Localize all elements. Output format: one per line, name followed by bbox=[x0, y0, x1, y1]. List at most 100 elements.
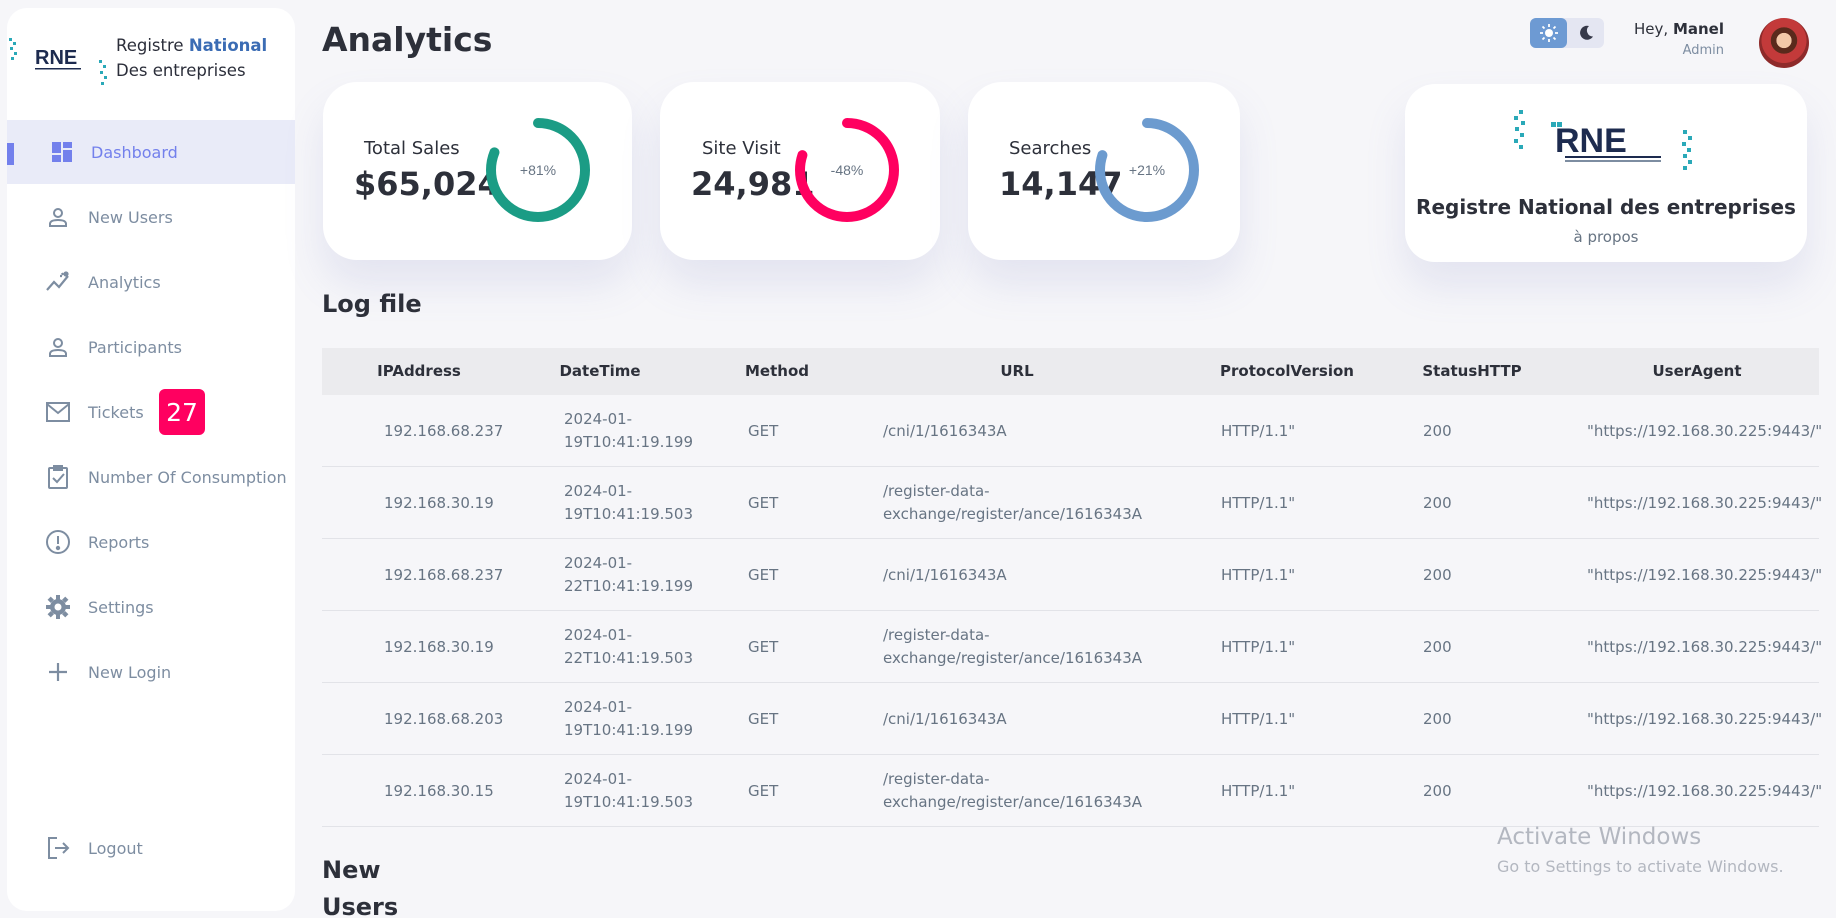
column-header[interactable]: URL bbox=[982, 348, 1052, 395]
column-header[interactable]: Method bbox=[742, 348, 812, 395]
status-cell: 200 bbox=[1423, 781, 1452, 800]
url-cell: /register-data- exchange/register/ance/1… bbox=[883, 482, 1143, 523]
status-cell: 200 bbox=[1423, 493, 1452, 512]
progress-percent: -48% bbox=[831, 162, 864, 178]
about-link[interactable]: à propos bbox=[1405, 228, 1807, 246]
datetime-cell: 2024-01- 19T10:41:19.503 bbox=[564, 482, 694, 523]
about-card[interactable]: RNE Registre National des entreprises à … bbox=[1405, 84, 1807, 262]
sidebar-item-label: Settings bbox=[88, 597, 154, 617]
sidebar-item-label: Participants bbox=[88, 337, 182, 357]
stat-label: Total Sales bbox=[364, 138, 460, 159]
table-header: IPAddress DateTime Method URL ProtocolVe… bbox=[322, 348, 1819, 395]
status-cell: 200 bbox=[1423, 421, 1452, 440]
sidebar-item-dashboard[interactable]: Dashboard bbox=[7, 120, 295, 184]
stat-card-site-visit[interactable]: Site Visit 24,981 -48% bbox=[660, 82, 940, 260]
stat-card-searches[interactable]: Searches 14,147 +21% bbox=[968, 82, 1240, 260]
sidebar-item-tickets[interactable]: Tickets 27 bbox=[7, 380, 295, 444]
rne-logo: RNE bbox=[9, 38, 107, 85]
status-cell: 200 bbox=[1423, 637, 1452, 656]
logout-label: Logout bbox=[88, 838, 143, 858]
datetime-cell: 2024-01- 19T10:41:19.199 bbox=[564, 410, 694, 451]
activate-windows-title: Activate Windows bbox=[1497, 824, 1702, 850]
person-icon bbox=[43, 202, 73, 232]
sidebar-item-number-of-consumption[interactable]: Number Of Consumption bbox=[7, 445, 295, 509]
sidebar-item-reports[interactable]: Reports bbox=[7, 510, 295, 574]
user-agent-cell: "https://192.168.30.225:9443/" bbox=[1587, 493, 1823, 512]
url-cell: /register-data- exchange/register/ance/1… bbox=[883, 770, 1143, 811]
sidebar-item-label: New Login bbox=[88, 662, 172, 682]
column-header[interactable]: IPAddress bbox=[359, 348, 479, 395]
progress-ring: +21% bbox=[1095, 118, 1199, 222]
url-cell: /register-data- exchange/register/ance/1… bbox=[883, 626, 1143, 667]
ip-cell: 192.168.68.203 bbox=[384, 709, 504, 728]
brand[interactable]: RNE Registre National Des entreprises bbox=[7, 8, 295, 113]
table-row[interactable]: 192.168.30.15 2024-01- 19T10:41:19.503 GET… bbox=[322, 755, 1823, 827]
table-row[interactable]: 192.168.68.203 2024-01- 19T10:41:19.199 GE… bbox=[322, 683, 1823, 755]
url-cell: /cni/1/1616343A bbox=[883, 709, 1007, 728]
table-body: 192.168.68.237 2024-01- 19T10:41:19.199 GE… bbox=[322, 395, 1823, 827]
column-header[interactable]: UserAgent bbox=[1642, 348, 1752, 395]
user-role: Admin bbox=[1682, 43, 1724, 58]
method-cell: GET bbox=[748, 421, 779, 440]
sidebar-item-label: Reports bbox=[88, 532, 150, 552]
url-cell: /cni/1/1616343A bbox=[883, 421, 1007, 440]
active-indicator bbox=[7, 143, 14, 165]
logout-button[interactable]: Logout bbox=[7, 816, 295, 880]
avatar[interactable] bbox=[1759, 18, 1809, 68]
log-table: IPAddress DateTime Method URL ProtocolVe… bbox=[322, 348, 1823, 827]
sidebar-item-label: Number Of Consumption bbox=[88, 467, 287, 487]
column-header[interactable]: StatusHTTP bbox=[1417, 348, 1527, 395]
table-row[interactable]: 192.168.30.19 2024-01- 22T10:41:19.503 GET… bbox=[322, 611, 1823, 683]
stat-card-total-sales[interactable]: Total Sales $65,024 +81% bbox=[323, 82, 632, 260]
log-file-title: Log file bbox=[322, 290, 422, 318]
progress-percent: +81% bbox=[520, 162, 556, 178]
table-row[interactable]: 192.168.68.237 2024-01- 19T10:41:19.199 GE… bbox=[322, 395, 1822, 467]
report-icon bbox=[43, 527, 73, 557]
column-header[interactable]: ProtocolVersion bbox=[1212, 348, 1362, 395]
method-cell: GET bbox=[748, 637, 779, 656]
ip-cell: 192.168.30.19 bbox=[384, 493, 494, 512]
theme-toggle[interactable] bbox=[1530, 18, 1604, 48]
status-cell: 200 bbox=[1423, 709, 1452, 728]
page-title: Analytics bbox=[322, 20, 493, 59]
sidebar-item-label: Dashboard bbox=[91, 142, 178, 162]
user-agent-cell: "https://192.168.30.225:9443/" bbox=[1587, 709, 1823, 728]
stat-value: $65,024 bbox=[354, 165, 500, 203]
sidebar-item-analytics[interactable]: Analytics bbox=[7, 250, 295, 314]
protocol-cell: HTTP/1.1" bbox=[1221, 781, 1296, 800]
protocol-cell: HTTP/1.1" bbox=[1221, 709, 1296, 728]
datetime-cell: 2024-01- 19T10:41:19.503 bbox=[564, 770, 694, 811]
sidebar-item-participants[interactable]: Participants bbox=[7, 315, 295, 379]
new-users-title: New Users bbox=[322, 856, 399, 918]
rne-logo: RNE bbox=[1514, 110, 1692, 170]
protocol-cell: HTTP/1.1" bbox=[1221, 493, 1296, 512]
mail-icon bbox=[43, 397, 73, 427]
light-mode-icon[interactable] bbox=[1530, 18, 1567, 48]
sidebar-item-settings[interactable]: Settings bbox=[7, 575, 295, 639]
progress-percent: +21% bbox=[1129, 162, 1165, 178]
sidebar-item-new-users[interactable]: New Users bbox=[7, 185, 295, 249]
sidebar: RNE Registre National Des entreprises Da… bbox=[7, 8, 295, 911]
ip-cell: 192.168.68.237 bbox=[384, 565, 504, 584]
user-agent-cell: "https://192.168.30.225:9443/" bbox=[1587, 565, 1823, 584]
plus-icon bbox=[43, 657, 73, 687]
ip-cell: 192.168.30.19 bbox=[384, 637, 494, 656]
datetime-cell: 2024-01- 22T10:41:19.503 bbox=[564, 626, 694, 667]
dashboard-icon bbox=[47, 137, 77, 167]
table-row[interactable]: 192.168.68.237 2024-01- 22T10:41:19.199 GE… bbox=[322, 539, 1823, 611]
brand-name: Registre National Des entreprises bbox=[116, 36, 268, 80]
clipboard-check-icon bbox=[43, 462, 73, 492]
url-cell: /cni/1/1616343A bbox=[883, 565, 1007, 584]
activate-windows-hint: Go to Settings to activate Windows. bbox=[1497, 857, 1784, 876]
about-title: Registre National des entreprises bbox=[1416, 195, 1796, 219]
protocol-cell: HTTP/1.1" bbox=[1221, 637, 1296, 656]
user-agent-cell: "https://192.168.30.225:9443/" bbox=[1587, 637, 1823, 656]
user-agent-cell: "https://192.168.30.225:9443/" bbox=[1587, 781, 1823, 800]
status-cell: 200 bbox=[1423, 565, 1452, 584]
sidebar-item-new-login[interactable]: New Login bbox=[7, 640, 295, 704]
table-row[interactable]: 192.168.30.19 2024-01- 19T10:41:19.503 GET… bbox=[322, 467, 1823, 539]
dark-mode-icon[interactable] bbox=[1567, 18, 1604, 48]
method-cell: GET bbox=[748, 781, 779, 800]
ip-cell: 192.168.30.15 bbox=[384, 781, 494, 800]
column-header[interactable]: DateTime bbox=[545, 348, 655, 395]
